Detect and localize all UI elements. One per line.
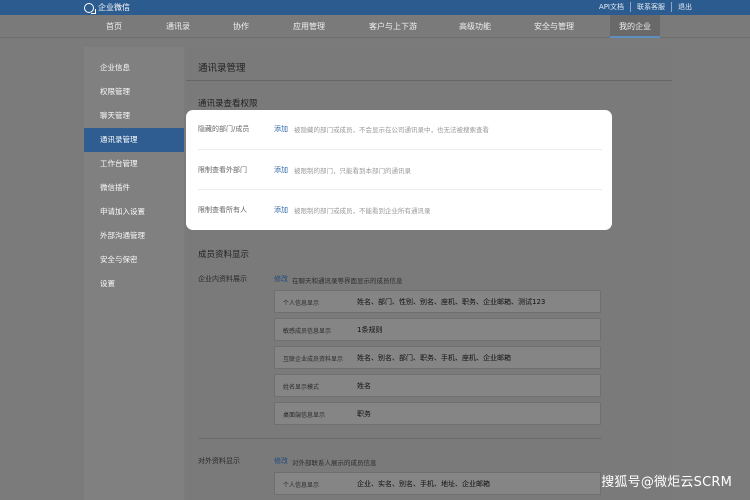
title-divider [186, 80, 672, 81]
info-key: 互联企业成员资料显示 [283, 356, 344, 363]
sidebar-item-security[interactable]: 安全与保密 [84, 248, 184, 272]
info-key: 个人信息显示 [283, 482, 320, 489]
main-nav: 首页 通讯录 协作 应用管理 客户与上下游 高级功能 安全与管理 我的企业 [0, 15, 750, 38]
info-row-personal: 个人信息显示 姓名、部门、性别、别名、座机、职务、企业邮箱、测试123 [274, 290, 601, 313]
info-row-interconnected: 互联企业成员资料显示 姓名、别名、部门、职务、手机、座机、企业邮箱 [274, 346, 601, 369]
brand[interactable]: 企业微信 [84, 1, 130, 14]
perm-desc: 被限制的部门或成员，不能看到企业所有通讯录 [294, 207, 431, 215]
perm-row-external-dept: 限制查看外部门 添加 被限制的部门，只能看到本部门的通讯录 [198, 151, 602, 189]
sidebar-item-chat[interactable]: 聊天管理 [84, 104, 184, 128]
sidebar-item-join-settings[interactable]: 申请加入设置 [84, 200, 184, 224]
nav-home[interactable]: 首页 [96, 15, 132, 38]
internal-profile-label: 企业内资料展示 [198, 275, 247, 283]
nav-app-management[interactable]: 应用管理 [285, 15, 333, 38]
logout-link[interactable]: 退出 [671, 2, 698, 12]
info-key: 桌面端信息显示 [283, 412, 326, 419]
perm-label: 限制查看所有人 [198, 206, 247, 214]
permissions-card: 隐藏的部门/成员 添加 被隐藏的部门或成员，不会显示在公司通讯录中，也无法被搜索… [186, 110, 612, 230]
sidebar: 企业信息 权限管理 聊天管理 通讯录管理 工作台管理 微信插件 申请加入设置 外… [84, 47, 184, 500]
sidebar-item-enterprise-info[interactable]: 企业信息 [84, 56, 184, 80]
internal-modify-desc: 在聊天和通讯录等界面显示的成员信息 [292, 277, 403, 285]
perm-row-all: 限制查看所有人 添加 被限制的部门或成员，不能看到企业所有通讯录 [198, 191, 602, 229]
info-value: 企业、实名、别名、手机、地址、企业邮箱 [357, 480, 490, 488]
perm-desc: 被限制的部门，只能看到本部门的通讯录 [294, 167, 411, 175]
info-key: 敏感成员信息显示 [283, 328, 332, 335]
info-row-name-mode: 姓名显示模式 姓名 [274, 374, 601, 397]
app-title: 企业微信 [98, 3, 130, 12]
info-row-desktop: 桌面端信息显示 职务 [274, 402, 601, 425]
contact-support-link[interactable]: 联系客服 [630, 2, 671, 12]
top-bar: 企业微信 API文档 联系客服 退出 [0, 0, 750, 15]
permissions-section-title: 通讯录查看权限 [198, 99, 258, 109]
nav-contacts[interactable]: 通讯录 [157, 15, 199, 38]
info-value: 姓名、别名、部门、职务、手机、座机、企业邮箱 [357, 354, 511, 362]
sidebar-item-settings[interactable]: 设置 [84, 272, 184, 296]
sidebar-item-contacts[interactable]: 通讯录管理 [84, 128, 184, 152]
sidebar-item-wechat-plugin[interactable]: 微信插件 [84, 176, 184, 200]
info-value: 姓名 [357, 382, 371, 390]
perm-label: 限制查看外部门 [198, 166, 247, 174]
add-external-dept-button[interactable]: 添加 [274, 165, 288, 175]
nav-customers[interactable]: 客户与上下游 [360, 15, 426, 38]
sidebar-item-external[interactable]: 外部沟通管理 [84, 224, 184, 248]
info-row-sensitive: 敏感成员信息显示 1条规则 [274, 318, 601, 341]
page-title: 通讯录管理 [198, 63, 246, 74]
top-links: API文档 联系客服 退出 [593, 2, 698, 12]
nav-security[interactable]: 安全与管理 [528, 15, 580, 38]
info-key: 姓名显示模式 [283, 384, 320, 391]
info-value: 1条规则 [357, 326, 383, 334]
info-value: 职务 [357, 410, 371, 418]
internal-modify-link[interactable]: 修改 [274, 274, 288, 284]
add-restrict-all-button[interactable]: 添加 [274, 205, 288, 215]
external-modify-desc: 对外部联系人展示的成员信息 [292, 459, 377, 467]
info-key: 个人信息显示 [283, 300, 320, 307]
sidebar-item-workbench[interactable]: 工作台管理 [84, 152, 184, 176]
perm-divider [198, 149, 602, 150]
nav-collaboration[interactable]: 协作 [224, 15, 258, 38]
watermark: 搜狐号@微炬云SCRM [601, 475, 732, 490]
perm-label: 隐藏的部门/成员 [198, 125, 250, 133]
wecom-logo-icon [84, 2, 96, 14]
api-docs-link[interactable]: API文档 [593, 2, 630, 12]
perm-desc: 被隐藏的部门或成员，不会显示在公司通讯录中，也无法被搜索查看 [294, 126, 489, 134]
sidebar-item-permissions[interactable]: 权限管理 [84, 80, 184, 104]
perm-row-hidden: 隐藏的部门/成员 添加 被隐藏的部门或成员，不会显示在公司通讯录中，也无法被搜索… [198, 110, 602, 148]
section-divider [198, 438, 602, 439]
external-modify-link[interactable]: 修改 [274, 456, 288, 466]
external-info-row-personal: 个人信息显示 企业、实名、别名、手机、地址、企业邮箱 [274, 472, 601, 495]
member-info-section-title: 成员资料显示 [198, 250, 250, 260]
add-hidden-button[interactable]: 添加 [274, 124, 288, 134]
perm-divider [198, 189, 602, 190]
info-value: 姓名、部门、性别、别名、座机、职务、企业邮箱、测试123 [357, 298, 546, 306]
nav-my-enterprise[interactable]: 我的企业 [610, 15, 660, 38]
external-profile-label: 对外资料显示 [198, 457, 240, 465]
nav-advanced[interactable]: 高级功能 [450, 15, 500, 38]
